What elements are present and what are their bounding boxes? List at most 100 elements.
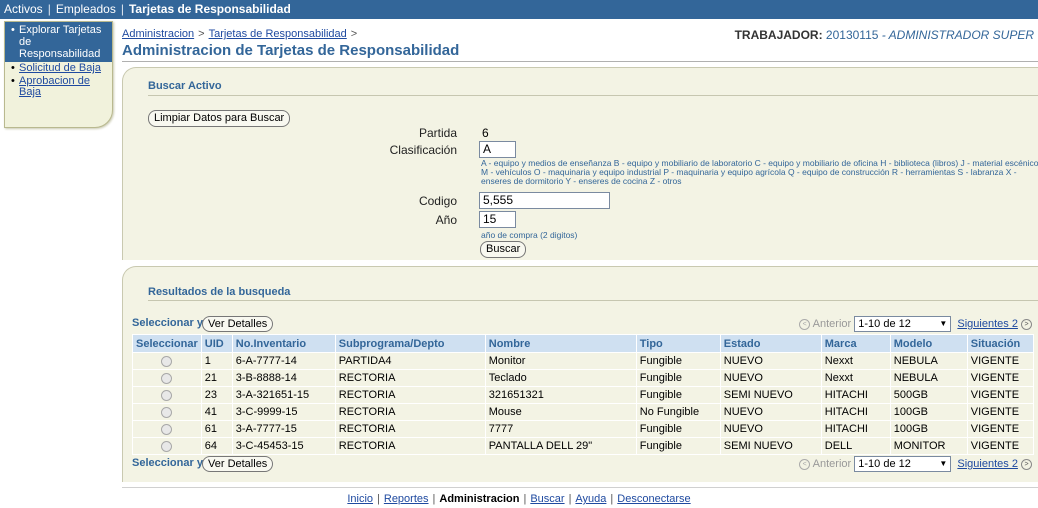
cell-inventario: 3-C-9999-15 <box>231 403 336 421</box>
cell-marca: HITACHI <box>820 420 891 438</box>
worker-label: TRABAJADOR: <box>734 28 823 42</box>
cell-estado: NUEVO <box>719 420 822 438</box>
col-subprograma: Subprograma/Depto <box>334 334 486 353</box>
divider <box>148 95 1038 96</box>
row-select-radio[interactable] <box>161 423 173 435</box>
codigo-label: Codigo <box>418 194 457 208</box>
cell-estado: NUEVO <box>719 369 822 387</box>
next-icon[interactable]: > <box>1021 458 1032 470</box>
view-details-button[interactable]: Ver Detalles <box>202 456 274 472</box>
next-link[interactable]: Siguientes 2 <box>957 458 1018 470</box>
view-details-button[interactable]: Ver Detalles <box>202 316 274 332</box>
tab-tarjetas-responsabilidad[interactable]: Tarjetas de Responsabilidad <box>125 0 291 19</box>
row-select-radio[interactable] <box>161 406 173 418</box>
page-range-select[interactable]: 1-10 de 12 ▼ <box>854 316 952 332</box>
table-row: 61 3-A-7777-15 RECTORIA 7777 Fungible NUEVO HI… <box>132 420 1035 438</box>
pager: < Anterior 1-10 de 12 ▼ Siguientes 2 > <box>799 456 1032 472</box>
row-select-radio[interactable] <box>161 389 173 401</box>
row-select-radio[interactable] <box>161 355 173 367</box>
partida-value: 6 <box>482 126 489 140</box>
next-link[interactable]: Siguientes 2 <box>957 318 1018 330</box>
clasificacion-input[interactable]: A <box>479 141 516 158</box>
cell-uid: 1 <box>200 352 233 370</box>
footer-link-buscar[interactable]: Buscar <box>530 493 564 505</box>
cell-uid: 61 <box>200 420 233 438</box>
cell-modelo: 100GB <box>889 403 968 421</box>
bullet-icon: • <box>11 62 15 74</box>
chevron-down-icon: ▼ <box>939 319 948 328</box>
col-nombre: Nombre <box>484 334 637 353</box>
col-situacion: Situación <box>966 334 1035 353</box>
cell-modelo: MONITOR <box>889 437 968 455</box>
top-nav: Activos | Empleados | Tarjetas de Responsabi… <box>0 0 1038 19</box>
cell-modelo: NEBULA <box>889 369 968 387</box>
cell-subprograma: PARTIDA4 <box>334 352 486 370</box>
footer-link-desconectarse[interactable]: Desconectarse <box>617 493 690 505</box>
cell-uid: 64 <box>200 437 233 455</box>
bullet-icon: • <box>11 24 15 36</box>
bullet-icon: • <box>11 75 15 87</box>
clasificacion-hint: A - equipo y medios de enseñanza B - equ… <box>481 158 1038 186</box>
breadcrumb-tarjetas[interactable]: Tarjetas de Responsabilidad <box>209 28 347 40</box>
cell-subprograma: RECTORIA <box>334 420 486 438</box>
prev-link: Anterior <box>812 317 852 330</box>
footer-link-administracion[interactable]: Administracion <box>439 493 519 505</box>
worker-id: 20130115 <box>825 28 879 42</box>
select-cell <box>132 437 202 455</box>
table-row: 21 3-B-8888-14 RECTORIA Teclado Fungible NUEV… <box>132 369 1035 387</box>
select-cell <box>132 403 202 421</box>
table-row: 41 3-C-9999-15 RECTORIA Mouse No Fungible NUE… <box>132 403 1035 421</box>
cell-uid: 23 <box>200 386 233 404</box>
anio-hint: año de compra (2 digitos) <box>481 230 578 240</box>
tab-empleados[interactable]: Empleados <box>52 0 120 19</box>
cell-situacion: VIGENTE <box>966 369 1035 387</box>
table-header-row: Seleccionar UID No.Inventario Subprogram… <box>132 334 1035 353</box>
footer-link-ayuda[interactable]: Ayuda <box>575 493 606 505</box>
tab-activos[interactable]: Activos <box>0 0 47 19</box>
clear-search-button[interactable]: Limpiar Datos para Buscar <box>148 110 291 127</box>
col-modelo: Modelo <box>889 334 968 353</box>
side-nav: • Explorar Tarjetas de Responsabilidad • S… <box>4 21 113 128</box>
selection-bar-top: Seleccionar y Ver Detalles < Anterior 1-… <box>132 316 1034 333</box>
select-cell <box>132 352 202 370</box>
cell-nombre: Teclado <box>484 369 637 387</box>
cell-estado: NUEVO <box>719 403 822 421</box>
breadcrumb-administracion[interactable]: Administracion <box>122 28 194 40</box>
cell-tipo: Fungible <box>635 420 721 438</box>
row-select-radio[interactable] <box>161 372 173 384</box>
cell-inventario: 3-A-7777-15 <box>231 420 336 438</box>
page-range-select[interactable]: 1-10 de 12 ▼ <box>854 456 952 472</box>
cell-nombre: PANTALLA DELL 29" <box>484 437 637 455</box>
footer-link-reportes[interactable]: Reportes <box>384 493 429 505</box>
worker-name: - ADMINISTRADOR SUPER <box>881 28 1034 42</box>
codigo-input[interactable]: 5,555 <box>479 192 610 209</box>
anio-input[interactable]: 15 <box>479 211 516 228</box>
search-button[interactable]: Buscar <box>480 241 527 258</box>
worker-info: TRABAJADOR: 20130115 - ADMINISTRADOR SUP… <box>735 28 1034 42</box>
cell-inventario: 3-B-8888-14 <box>231 369 336 387</box>
cell-tipo: Fungible <box>635 386 721 404</box>
cell-marca: HITACHI <box>820 403 891 421</box>
cell-situacion: VIGENTE <box>966 352 1035 370</box>
next-icon[interactable]: > <box>1021 318 1032 330</box>
sidenav-item-explorar[interactable]: • Explorar Tarjetas de Responsabilidad <box>5 22 112 62</box>
results-table: Seleccionar UID No.Inventario Subprogram… <box>132 334 1035 455</box>
page-title: Administracion de Tarjetas de Responsabi… <box>122 42 460 59</box>
divider <box>148 300 1038 301</box>
cell-situacion: VIGENTE <box>966 420 1035 438</box>
cell-uid: 21 <box>200 369 233 387</box>
cell-estado: SEMI NUEVO <box>719 386 822 404</box>
divider <box>122 487 1038 488</box>
cell-subprograma: RECTORIA <box>334 437 486 455</box>
cell-inventario: 3-C-45453-15 <box>231 437 336 455</box>
cell-situacion: VIGENTE <box>966 437 1035 455</box>
footer-link-inicio[interactable]: Inicio <box>347 493 373 505</box>
sidenav-item-aprobacion-baja[interactable]: • Aprobacion de Baja <box>5 75 112 99</box>
row-select-radio[interactable] <box>161 440 173 452</box>
cell-subprograma: RECTORIA <box>334 403 486 421</box>
selection-bar-bottom: Seleccionar y Ver Detalles < Anterior 1-… <box>132 456 1034 473</box>
cell-estado: SEMI NUEVO <box>719 437 822 455</box>
sidenav-item-solicitud-baja[interactable]: • Solicitud de Baja <box>5 62 112 75</box>
cell-marca: DELL <box>820 437 891 455</box>
prev-icon: < <box>799 458 811 470</box>
